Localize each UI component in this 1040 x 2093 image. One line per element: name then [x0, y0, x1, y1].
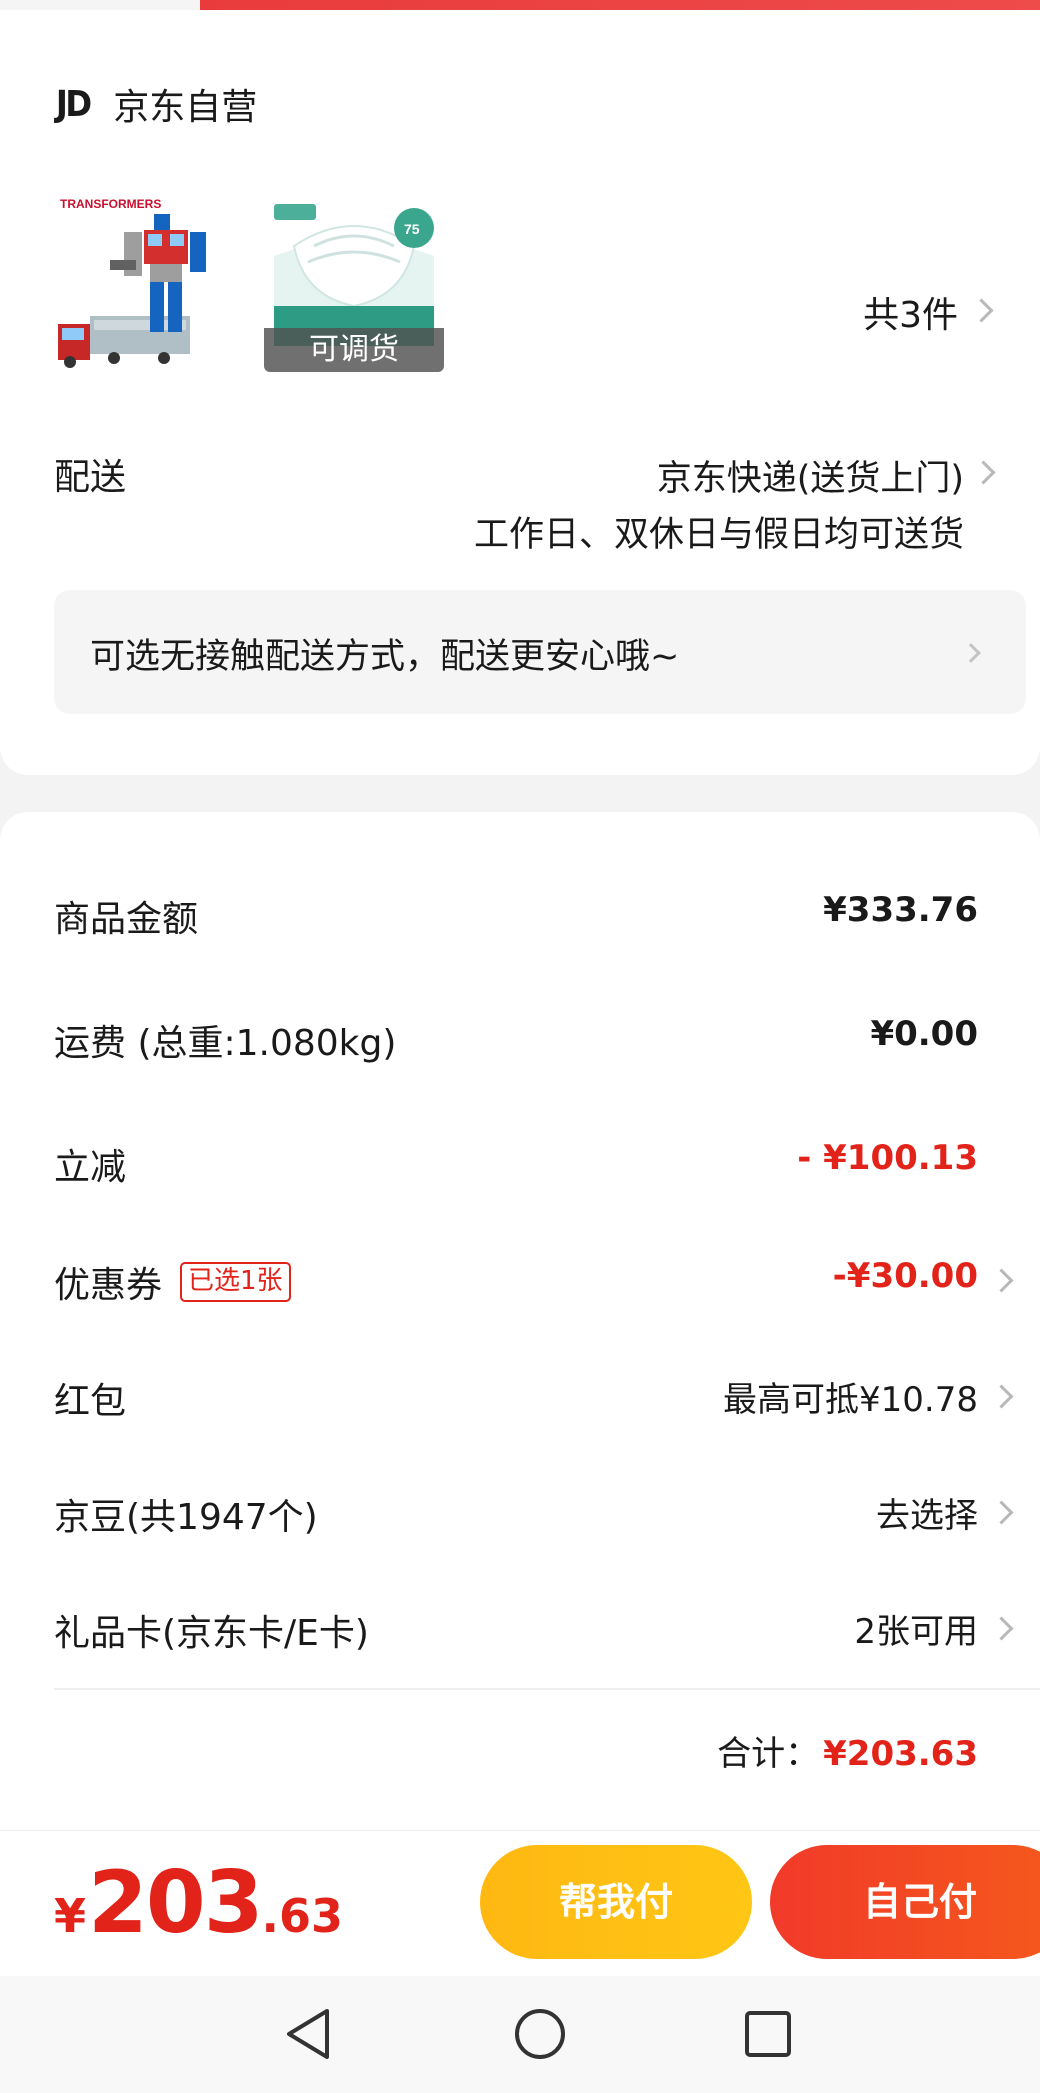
shipping-value: ¥0.00 [870, 1014, 978, 1054]
divider [54, 1688, 1040, 1690]
jd-beans-value: 去选择 [876, 1496, 978, 1536]
jd-beans-label: 京豆(共1947个) [54, 1497, 318, 1538]
jd-beans-row[interactable]: 京豆(共1947个) 去选择 [0, 1480, 1040, 1540]
red-packet-label: 红包 [54, 1381, 127, 1422]
system-nav-bar [0, 1976, 1040, 2093]
jd-logo: JD [55, 83, 92, 125]
red-packet-row[interactable]: 红包 最高可抵¥10.78 [0, 1364, 1040, 1424]
product-thumb-transformer[interactable]: TRANSFORMERS [54, 186, 234, 372]
store-name: 京东自营 [113, 87, 258, 128]
store-header[interactable]: JD 京东自营 [54, 74, 257, 134]
store-card: JD 京东自营 TRANSFORMERS 75 可调货 共3件 配送 京东快递(… [0, 10, 1040, 775]
coupon-value: -¥30.00 [832, 1256, 978, 1296]
chevron-right-icon [989, 1384, 1014, 1409]
pay-myself-button[interactable]: 自己付 [770, 1845, 1040, 1959]
transferable-tag: 可调货 [264, 328, 444, 372]
svg-text:75: 75 [404, 221, 420, 237]
coupon-label: 优惠券 [54, 1265, 163, 1306]
contactless-delivery-banner[interactable]: 可选无接触配送方式，配送更安心哦~ [54, 590, 1026, 714]
pay-total-decimal: .63 [261, 1889, 344, 1943]
gift-card-value: 2张可用 [854, 1612, 978, 1652]
chevron-right-icon [971, 460, 996, 485]
shipping-label: 运费 (总重:1.080kg) [54, 1023, 397, 1064]
subtotal-line: 合计： ¥203.63 [717, 1726, 978, 1775]
recent-apps-icon[interactable] [730, 1996, 806, 2072]
pay-total-integer: 203 [88, 1853, 264, 1953]
checkout-page: JD 京东自营 TRANSFORMERS 75 可调货 共3件 配送 京东快递(… [0, 0, 1040, 2093]
coupon-row[interactable]: 优惠券 已选1张 -¥30.00 [0, 1248, 1040, 1308]
chevron-right-icon [969, 298, 994, 323]
goods-amount-value: ¥333.76 [823, 890, 978, 930]
shipping-row: 运费 (总重:1.080kg) ¥0.00 [0, 1006, 1040, 1066]
delivery-time: 工作日、双休日与假日均可送货 [473, 515, 964, 555]
chevron-right-icon [989, 1268, 1014, 1293]
instant-discount-label: 立减 [54, 1147, 127, 1188]
robot-toy-image: TRANSFORMERS [58, 197, 206, 368]
coupon-selected-badge: 已选1张 [180, 1262, 291, 1302]
product-thumb-wipes[interactable]: 75 可调货 [264, 186, 444, 372]
instant-discount-value: - ¥100.13 [797, 1138, 978, 1178]
coupon-label-group: 优惠券 已选1张 [54, 1256, 291, 1308]
help-me-pay-button[interactable]: 帮我付 [480, 1845, 752, 1959]
price-card: 商品金额 ¥333.76 运费 (总重:1.080kg) ¥0.00 立减 - … [0, 812, 1040, 1832]
currency-symbol: ¥ [54, 1889, 87, 1943]
gift-card-row[interactable]: 礼品卡(京东卡/E卡) 2张可用 [0, 1596, 1040, 1656]
pay-bar: ¥ 203 .63 帮我付 自己付 [0, 1830, 1040, 1977]
back-icon[interactable] [270, 1996, 346, 2072]
subtotal-amount: ¥203.63 [823, 1734, 978, 1774]
goods-amount-label: 商品金额 [54, 899, 199, 940]
subtotal-label: 合计： [717, 1734, 820, 1774]
gift-card-label: 礼品卡(京东卡/E卡) [54, 1613, 369, 1654]
transformers-brand-text: TRANSFORMERS [60, 197, 161, 211]
item-count[interactable]: 共3件 [863, 286, 958, 338]
pay-total: ¥ 203 .63 [54, 1853, 343, 1953]
chevron-right-icon [989, 1616, 1014, 1641]
goods-amount-row: 商品金额 ¥333.76 [0, 882, 1040, 942]
home-icon[interactable] [502, 1996, 578, 2072]
instant-discount-row: 立减 - ¥100.13 [0, 1130, 1040, 1190]
red-packet-value: 最高可抵¥10.78 [723, 1380, 978, 1420]
delivery-label: 配送 [54, 457, 127, 498]
chevron-right-icon [989, 1500, 1014, 1525]
delivery-method[interactable]: 京东快递(送货上门) [657, 450, 964, 501]
chevron-right-icon [961, 643, 981, 663]
contactless-text: 可选无接触配送方式，配送更安心哦~ [90, 637, 680, 677]
